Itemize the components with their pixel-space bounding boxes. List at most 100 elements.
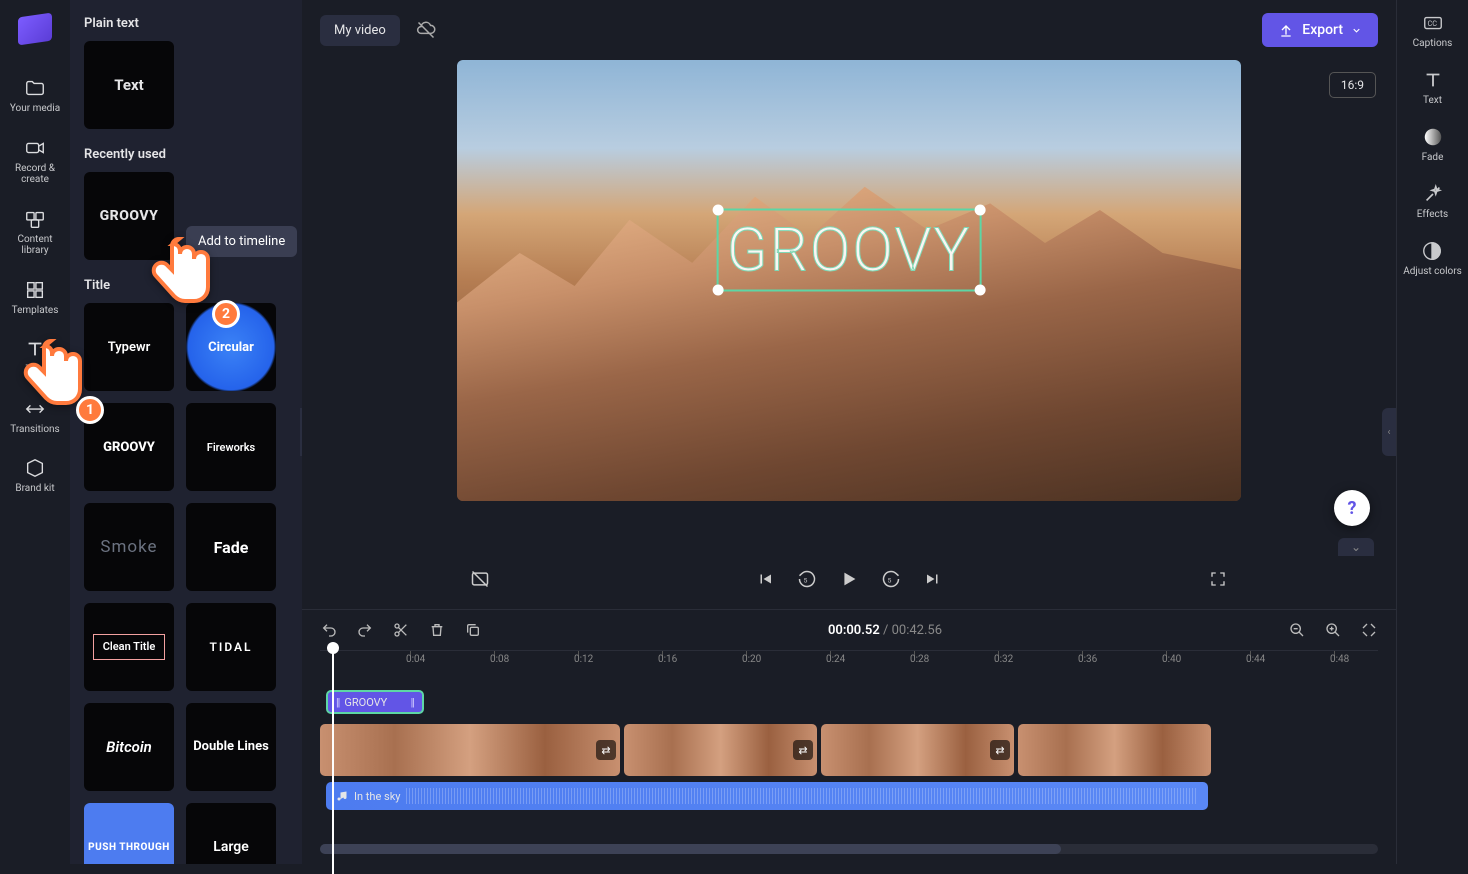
nav-content-library[interactable]: Content library xyxy=(5,202,65,263)
rnav-label: Text xyxy=(1423,95,1442,106)
folder-icon xyxy=(24,77,46,99)
skip-prev-icon[interactable] xyxy=(754,568,776,590)
fade-icon xyxy=(1422,126,1444,148)
title-thumb-large[interactable]: Large xyxy=(186,803,276,864)
cloud-off-icon[interactable] xyxy=(416,20,436,40)
title-thumb-push-through[interactable]: PUSH THROUGH xyxy=(84,803,174,864)
title-thumb-smoke[interactable]: Smoke xyxy=(84,503,174,591)
playhead[interactable] xyxy=(332,645,334,874)
timeline-ruler[interactable]: 0:04 0:08 0:12 0:16 0:20 0:24 0:28 0:32 … xyxy=(320,650,1378,674)
title-thumb-bitcoin[interactable]: Bitcoin xyxy=(84,703,174,791)
nav-your-media[interactable]: Your media xyxy=(5,71,65,121)
title-thumb-clean-title[interactable]: Clean Title xyxy=(84,603,174,691)
zoom-in-icon[interactable] xyxy=(1324,621,1342,639)
thumb-label: Fireworks xyxy=(207,441,255,454)
audio-track[interactable]: In the sky xyxy=(320,782,1378,812)
title-thumb-groovy[interactable]: GROOVY xyxy=(84,403,174,491)
text-clip[interactable]: || GROOVY || xyxy=(326,690,424,714)
split-icon[interactable] xyxy=(392,621,410,639)
title-thumb-circular[interactable]: Circular xyxy=(186,303,276,391)
audio-clip[interactable]: In the sky xyxy=(326,782,1208,810)
transition-icon[interactable]: ⇄ xyxy=(596,740,616,760)
nav-record-create[interactable]: Record & create xyxy=(5,131,65,192)
rnav-label: Fade xyxy=(1422,152,1444,163)
aspect-ratio-button[interactable]: 16:9 xyxy=(1329,72,1376,98)
thumb-label: Double Lines xyxy=(193,739,269,755)
safe-zone-icon[interactable] xyxy=(469,568,491,590)
video-clip[interactable]: ⇄ xyxy=(320,724,620,776)
clip-grip-right[interactable]: || xyxy=(411,696,414,709)
transition-icon[interactable]: ⇄ xyxy=(990,740,1010,760)
title-thumb-double-lines[interactable]: Double Lines xyxy=(186,703,276,791)
title-thumb-typewriter[interactable]: Typewr xyxy=(84,303,174,391)
text-icon xyxy=(1422,69,1444,91)
thumb-label: Circular xyxy=(208,340,254,355)
nav-text[interactable]: Text xyxy=(5,332,65,382)
ruler-tick: 0:40 xyxy=(1162,654,1181,665)
upload-icon xyxy=(1278,22,1294,38)
plain-text-thumb[interactable]: Text xyxy=(84,41,174,129)
fullscreen-icon[interactable] xyxy=(1207,568,1229,590)
export-button[interactable]: Export xyxy=(1262,13,1378,47)
app-logo[interactable] xyxy=(18,13,52,46)
nav-templates[interactable]: Templates xyxy=(5,273,65,323)
expand-right-panel-button[interactable]: ‹ xyxy=(1382,408,1396,456)
play-icon[interactable] xyxy=(838,568,860,590)
ruler-tick: 0:48 xyxy=(1330,654,1349,665)
rnav-fade[interactable]: Fade xyxy=(1422,126,1444,163)
nav-label: Your media xyxy=(10,103,60,115)
text-track[interactable]: || GROOVY || xyxy=(320,682,1378,718)
resize-handle-br[interactable] xyxy=(974,284,985,295)
nav-transitions[interactable]: Transitions xyxy=(5,392,65,442)
title-thumb-fireworks[interactable]: Fireworks xyxy=(186,403,276,491)
thumb-label: Fade xyxy=(214,538,249,557)
undo-icon[interactable] xyxy=(320,621,338,639)
duplicate-icon[interactable] xyxy=(464,621,482,639)
preview-canvas[interactable]: GROOVY xyxy=(457,60,1241,501)
scrollbar-thumb[interactable] xyxy=(320,844,1061,854)
skip-next-icon[interactable] xyxy=(922,568,944,590)
playback-controls: 5 5 xyxy=(457,555,1241,603)
fit-icon[interactable] xyxy=(1360,621,1378,639)
resize-handle-bl[interactable] xyxy=(713,284,724,295)
transition-icon[interactable]: ⇄ xyxy=(793,740,813,760)
timeline-scrollbar[interactable] xyxy=(320,844,1378,854)
collapse-preview-button[interactable]: ⌄ xyxy=(1338,538,1374,556)
rnav-captions[interactable]: CC Captions xyxy=(1413,12,1453,49)
rnav-effects[interactable]: Effects xyxy=(1417,183,1448,220)
video-track[interactable]: ⇄ ⇄ ⇄ xyxy=(320,724,1378,776)
recent-thumb-groovy[interactable]: GROOVY xyxy=(84,172,174,260)
clip-grip-left[interactable]: || xyxy=(336,696,339,709)
title-thumb-fade[interactable]: Fade xyxy=(186,503,276,591)
ruler-tick: 0:44 xyxy=(1246,654,1265,665)
ruler-tick: 0:32 xyxy=(994,654,1013,665)
timecode-current: 00:00.52 xyxy=(828,623,880,638)
text-overlay-selection[interactable]: GROOVY xyxy=(717,208,982,291)
collapse-sidepanel-button[interactable]: ‹ xyxy=(300,408,302,456)
title-thumb-tidal[interactable]: TIDAL xyxy=(186,603,276,691)
video-clip[interactable] xyxy=(1018,724,1211,776)
left-nav: Your media Record & create Content libra… xyxy=(0,0,70,864)
resize-handle-tr[interactable] xyxy=(974,204,985,215)
replay-5-icon[interactable]: 5 xyxy=(796,568,818,590)
resize-handle-tl[interactable] xyxy=(713,204,724,215)
rnav-adjust-colors[interactable]: Adjust colors xyxy=(1403,240,1462,277)
add-to-timeline-tooltip: Add to timeline xyxy=(186,226,297,257)
help-button[interactable]: ? xyxy=(1334,490,1370,526)
video-clip[interactable]: ⇄ xyxy=(821,724,1014,776)
rnav-text[interactable]: Text xyxy=(1422,69,1444,106)
redo-icon[interactable] xyxy=(356,621,374,639)
thumb-label: GROOVY xyxy=(103,440,155,455)
zoom-out-icon[interactable] xyxy=(1288,621,1306,639)
camera-icon xyxy=(24,137,46,159)
svg-text:5: 5 xyxy=(804,576,808,584)
project-name-tab[interactable]: My video xyxy=(320,15,400,46)
thumb-label: Bitcoin xyxy=(106,738,152,756)
video-clip[interactable]: ⇄ xyxy=(624,724,817,776)
effects-icon xyxy=(1422,183,1444,205)
delete-icon[interactable] xyxy=(428,621,446,639)
nav-brand-kit[interactable]: Brand kit xyxy=(5,451,65,501)
rnav-label: Effects xyxy=(1417,209,1448,220)
forward-5-icon[interactable]: 5 xyxy=(880,568,902,590)
recently-used-heading: Recently used xyxy=(84,147,288,162)
